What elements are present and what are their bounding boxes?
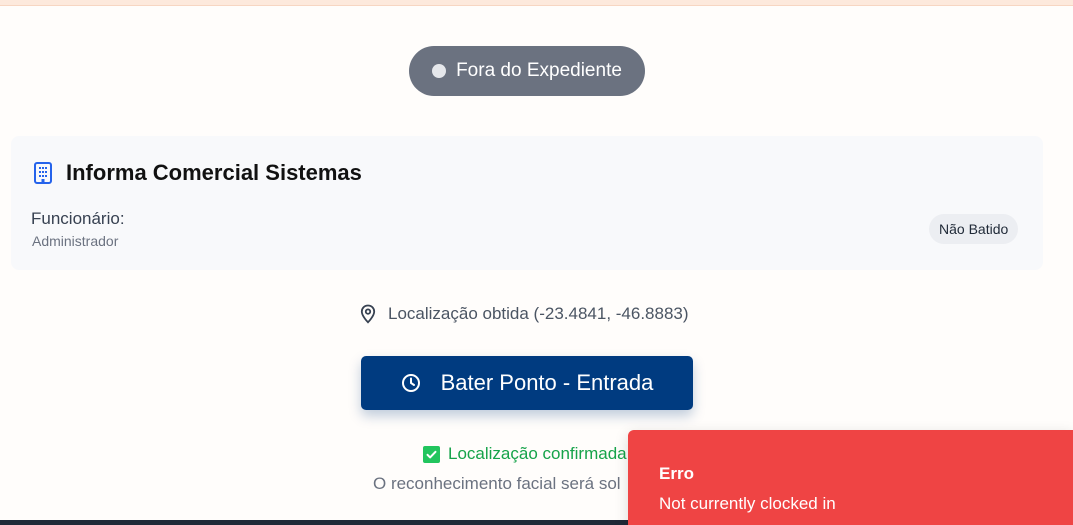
location-confirmed: Localização confirmada — [423, 443, 627, 465]
status-pill: Fora do Expediente — [409, 46, 645, 96]
facial-recognition-note: O reconhecimento facial será sol — [373, 474, 621, 493]
company-name: Informa Comercial Sistemas — [66, 160, 362, 185]
employee-name: Administrador — [32, 233, 119, 249]
company-card: Informa Comercial Sistemas Funcionário: … — [11, 136, 1043, 270]
status-label: Fora do Expediente — [456, 60, 622, 81]
building-icon — [34, 162, 52, 184]
toast-title: Erro — [659, 464, 694, 483]
punch-status-badge: Não Batido — [929, 214, 1019, 244]
top-strip — [0, 0, 1073, 6]
punch-button-label: Bater Ponto - Entrada — [440, 370, 654, 395]
map-pin-icon — [360, 304, 376, 324]
error-toast[interactable]: Erro Not currently clocked in — [628, 430, 1073, 525]
status-dot-icon — [432, 64, 447, 78]
location-text: Localização obtida (-23.4841, -46.8883) — [388, 304, 689, 323]
employee-label: Funcionário: — [31, 209, 125, 228]
confirmation-text: Localização confirmada — [448, 444, 627, 463]
toast-message: Not currently clocked in — [659, 494, 836, 513]
punch-in-button[interactable]: Bater Ponto - Entrada — [361, 356, 693, 410]
clock-icon — [401, 374, 420, 392]
location-status: Localização obtida (-23.4841, -46.8883) — [359, 302, 689, 326]
check-box-icon — [423, 445, 440, 463]
